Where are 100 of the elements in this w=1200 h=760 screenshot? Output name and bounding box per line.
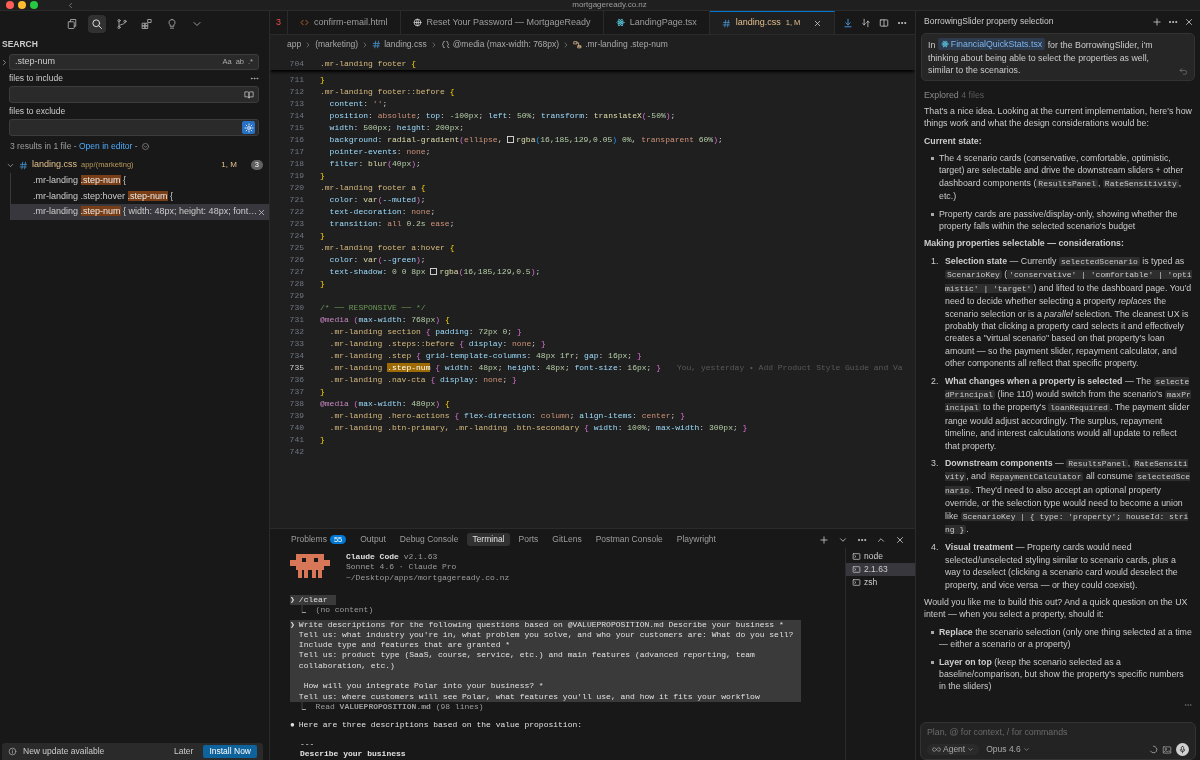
search-result[interactable]: .mr-landing .step-num {	[10, 172, 269, 189]
code-line: transition: all 0.2s ease;	[328, 218, 455, 230]
close-window-button[interactable]	[6, 1, 14, 9]
split-editor-icon[interactable]	[879, 17, 890, 28]
branch-icon	[116, 18, 128, 30]
breadcrumb[interactable]: app	[287, 39, 302, 51]
line-number: 741	[288, 434, 304, 446]
compare-icon[interactable]	[861, 17, 872, 28]
breadcrumb[interactable]: landing.css	[372, 39, 427, 51]
panel-tab[interactable]: Postman Console	[590, 533, 668, 547]
list-item-text: Layer on top (keep the scenario selected as a baseline/comparison, but show the property's specific numbers in the sliders)	[939, 655, 1185, 693]
panel-tab[interactable]: Debug Console	[394, 533, 464, 547]
breadcrumb[interactable]: @media (max-width: 768px)	[440, 39, 560, 51]
line-number: 737	[288, 386, 304, 398]
image-icon[interactable]	[1162, 744, 1172, 755]
bullet-icon	[931, 212, 934, 216]
code-line: width: 500px; height: 200px;	[328, 122, 465, 134]
code-line: }	[320, 74, 325, 86]
code-line: }	[320, 278, 325, 290]
code-line: }	[320, 386, 325, 398]
line-number: 738	[288, 398, 304, 410]
bullet-icon	[931, 157, 934, 161]
microphone-button[interactable]	[1176, 743, 1189, 756]
atom-icon	[940, 40, 949, 49]
later-button[interactable]: Later	[170, 745, 198, 757]
notification-text: New update available	[23, 745, 106, 757]
code-line: .mr-landing footer a {	[320, 182, 426, 194]
terminal-line: Include type and features that are granted *	[298, 640, 512, 651]
new-terminal-icon[interactable]	[819, 534, 829, 545]
code-line: .mr-landing .btn-primary, .mr-landing .btn-secondary { width: 100%; max-width: 300px; }	[328, 422, 748, 434]
list-item-text: Visual treatment — Property cards would need selected/unselected styling similar to scenario cards, plus a way to deselect (clicking a scenario card would deselect the property, and vice versa — or they could coexist).	[945, 541, 1179, 592]
line-number: 711	[288, 74, 304, 86]
chat-input[interactable]: Plan, @ for context, / for commands Agent Opus 4.6	[920, 722, 1196, 760]
file-chip[interactable]: FinancialQuickStats.tsx	[937, 38, 1046, 51]
bullet-marker: ●	[290, 720, 295, 731]
search-result[interactable]: .mr-landing .step-num { width: 48px; height: 48px; font…	[10, 204, 269, 220]
caret-icon	[967, 746, 975, 753]
close-icon[interactable]	[257, 207, 267, 217]
close-icon[interactable]	[813, 18, 823, 28]
install-now-button[interactable]: Install Now	[203, 744, 257, 758]
terminal-instance[interactable]: 2.1.63	[846, 563, 915, 577]
terminal-line: ⎿ (no content)	[297, 605, 375, 616]
list-item-text: Replace the scenario selection (only one thing selected at a time — either a scenario or a property)	[939, 625, 1192, 651]
line-number: 704	[288, 58, 304, 70]
settings-icon[interactable]	[242, 121, 255, 135]
list-item-text: Downstream components — ResultsPanel , RateSensitivity , and RepaymentCalculator all consume selectedScenario . They'd need to also accept an optional property override, or the selection type would need to become a union like ScenarioKey | { type: 'property'; houseId: string } .	[945, 457, 1192, 537]
braces-icon	[440, 40, 450, 50]
file-name: landing.css	[32, 159, 78, 171]
new-chat-icon[interactable]	[1152, 17, 1162, 27]
field-label: files to include	[8, 72, 64, 86]
exclude-field[interactable]	[9, 119, 259, 137]
collapse-all-icon[interactable]	[140, 142, 150, 152]
breadcrumb[interactable]: (marketing)	[315, 39, 359, 51]
panel-tab[interactable]: GitLens	[547, 533, 587, 547]
terminal-instance[interactable]: zsh	[846, 576, 915, 590]
line-number: 726	[288, 254, 304, 266]
panel-tab[interactable]: Output	[355, 533, 391, 547]
sidebar-heading: SEARCH	[1, 38, 39, 51]
app-version: v2.1.63	[403, 552, 438, 562]
list-number: 2.	[931, 374, 940, 388]
code-line: .mr-landing section { padding: 72px 0; }	[328, 326, 522, 338]
back-icon[interactable]	[66, 0, 75, 10]
minimize-window-button[interactable]	[18, 1, 26, 9]
book-icon[interactable]	[242, 88, 255, 102]
terminal-instance[interactable]: node	[846, 550, 915, 564]
chat-heading: Current state:	[924, 134, 983, 148]
line-number: 714	[288, 110, 304, 122]
line-number: 733	[288, 338, 304, 350]
line-number: 736	[288, 374, 304, 386]
model-dropdown[interactable]: Opus 4.6	[983, 743, 1033, 755]
panel-tab[interactable]: Terminal	[467, 533, 510, 547]
close-icon[interactable]	[1184, 17, 1194, 27]
close-icon[interactable]	[895, 534, 905, 545]
mode-dropdown[interactable]: Agent	[927, 743, 980, 755]
panel-tab[interactable]: Ports	[513, 533, 544, 547]
line-number: 735	[288, 362, 304, 374]
code-line: .mr-landing .steps::before { display: none; }	[328, 338, 546, 350]
panel-tab[interactable]: Playwright	[671, 533, 721, 547]
code-line: .mr-landing footer {	[320, 58, 417, 70]
code-line: }	[320, 434, 325, 446]
spinner-icon	[1149, 745, 1158, 754]
model-info: Sonnet 4.6 · Claude Pro	[346, 562, 458, 573]
list-item-text: Property cards are passive/display-only, showing whether the property falls within the selected scenario's budget	[939, 207, 1179, 233]
terminal-icon	[852, 552, 861, 562]
maximize-window-button[interactable]	[30, 1, 38, 9]
download-icon[interactable]	[843, 17, 854, 28]
breadcrumb[interactable]: .mr-landing .step-num	[573, 39, 668, 51]
open-in-editor-link[interactable]: Open in editor	[79, 141, 133, 152]
code-line: @media (max-width: 480px) {	[320, 398, 450, 410]
include-field[interactable]	[9, 86, 259, 104]
code-line: text-shadow: 0 0 8px rgba(16,185,129,0.5);	[328, 266, 541, 278]
bullet-icon	[931, 630, 934, 634]
bullet-icon	[931, 660, 934, 664]
chat-paragraph: That's a nice idea. Looking at the current implementation, here's how things work and what the design considerations would be:	[924, 104, 1192, 130]
line-number: 732	[288, 326, 304, 338]
working-directory: ~/Desktop/apps/mortgageready.co.nz	[346, 572, 510, 583]
code-line: position: absolute; top: -100px; left: 50%; transform: translateX(-50%);	[328, 110, 676, 122]
line-number: 728	[288, 278, 304, 290]
activity-tab[interactable]	[88, 15, 106, 33]
toggle-replace-icon[interactable]	[0, 57, 9, 67]
